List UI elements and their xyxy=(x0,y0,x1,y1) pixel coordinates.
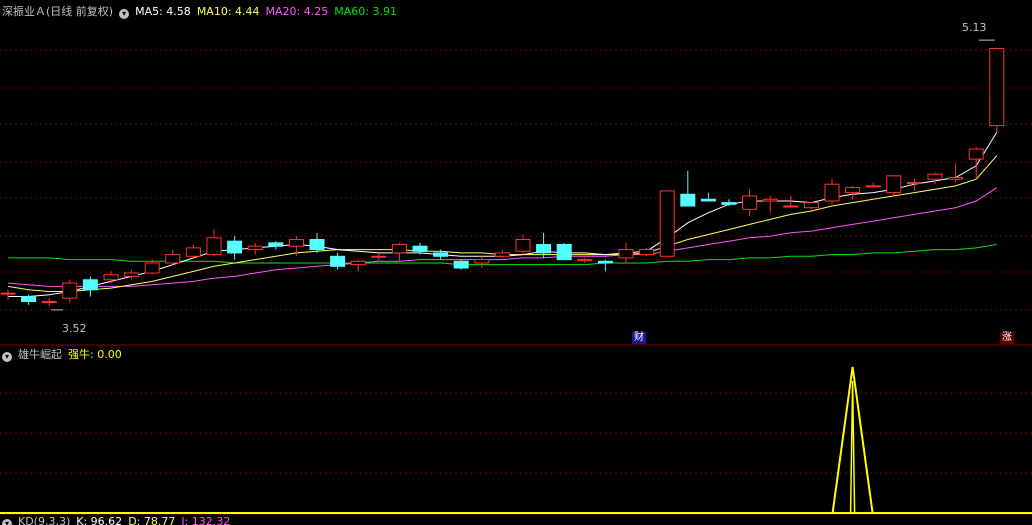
candle-body-up xyxy=(803,202,819,209)
indicator-value: 强牛: 0.00 xyxy=(68,348,122,361)
low-price-label: 3.52 xyxy=(62,322,87,335)
candle-body-down xyxy=(268,242,284,247)
candle-body-up xyxy=(41,301,57,304)
candle-body-up xyxy=(968,148,984,160)
candle-body-down xyxy=(330,255,346,267)
candle-body-up xyxy=(494,252,510,257)
kd-d: D: 78.77 xyxy=(128,515,176,525)
candle-body-down xyxy=(433,252,449,257)
ma60-value: MA60: 3.91 xyxy=(334,5,397,18)
signal-spike-inner xyxy=(849,380,856,514)
candle-body-down xyxy=(82,279,98,291)
kd-name: KD(9,3,3) xyxy=(18,515,71,525)
candle-body-down xyxy=(680,193,696,207)
candle-body-up xyxy=(247,245,263,251)
ma20-value: MA20: 4.25 xyxy=(265,5,329,18)
candle-body-up xyxy=(185,247,201,257)
limit-up-badge[interactable]: 涨 xyxy=(1000,332,1014,344)
candle-body-up xyxy=(165,254,181,264)
candle-body-down xyxy=(556,244,572,261)
candle-body-up xyxy=(948,177,964,180)
candle-body-down xyxy=(21,295,37,303)
candle-body-down xyxy=(309,239,325,251)
candle-body-up xyxy=(659,190,675,257)
kd-j: J: 132.32 xyxy=(181,515,231,525)
high-price-label: 5.13 xyxy=(962,21,987,34)
candle-body-down xyxy=(453,260,469,269)
candle-body-up xyxy=(124,272,140,277)
signal-lines xyxy=(0,366,1032,514)
candle-body-up xyxy=(371,255,387,258)
candle-body-down xyxy=(597,260,613,264)
candle-body-up xyxy=(62,282,78,299)
candle-body-up xyxy=(144,262,160,274)
candle-body-up xyxy=(886,175,902,194)
candle-body-down xyxy=(536,244,552,254)
kd-k: K: 96.62 xyxy=(76,515,123,525)
chart-area xyxy=(0,39,1032,515)
ma10-value: MA10: 4.44 xyxy=(196,5,260,18)
price-markers xyxy=(51,39,995,311)
candle-body-up xyxy=(927,173,943,180)
candle-body-down xyxy=(721,202,737,205)
candle-body-up xyxy=(0,292,16,295)
candle-body-up xyxy=(618,249,634,259)
candle-body-up xyxy=(865,185,881,188)
candle-body-down xyxy=(412,245,428,252)
candle-body-up xyxy=(288,239,304,247)
candle-body-up xyxy=(762,198,778,202)
candle-body-up xyxy=(906,182,922,185)
candle-body-up xyxy=(845,187,861,194)
candle-body-up xyxy=(515,239,531,252)
candle-body-up xyxy=(577,259,593,262)
candle-body-up xyxy=(639,249,655,256)
stock-title: 深振业Ａ(日线 前复权) xyxy=(2,5,114,18)
candle-body-up xyxy=(474,259,490,264)
kd-header: ▾ KD(9,3,3) K: 96.62 D: 78.77 J: 132.32 xyxy=(2,515,236,525)
candle-body-up xyxy=(350,260,366,266)
kd-dropdown-icon[interactable]: ▾ xyxy=(2,519,12,525)
candle-body-up xyxy=(206,237,222,256)
ma5-value: MA5: 4.58 xyxy=(135,5,191,18)
candlesticks xyxy=(0,47,1005,307)
finance-event-badge[interactable]: 财 xyxy=(632,332,646,344)
candle-body-up xyxy=(742,195,758,210)
candle-body-up xyxy=(783,205,799,208)
candle-body-down xyxy=(700,198,716,202)
candle-body-down xyxy=(227,240,243,254)
candle-body-up xyxy=(103,274,119,281)
indicator-header: ▾ 雄牛崛起 强牛: 0.00 xyxy=(2,347,128,363)
candle-body-up xyxy=(989,47,1005,127)
indicator-dropdown-icon[interactable]: ▾ xyxy=(2,352,12,362)
dropdown-icon[interactable]: ▾ xyxy=(119,9,130,19)
indicator-grid xyxy=(0,392,1032,474)
indicator-name: 雄牛崛起 xyxy=(18,348,62,361)
price-header: 深振业Ａ(日线 前复权) ▾ MA5: 4.58 MA10: 4.44 MA20: 4.… xyxy=(2,4,403,20)
candle-body-up xyxy=(391,244,407,254)
candle-body-up xyxy=(824,183,840,202)
